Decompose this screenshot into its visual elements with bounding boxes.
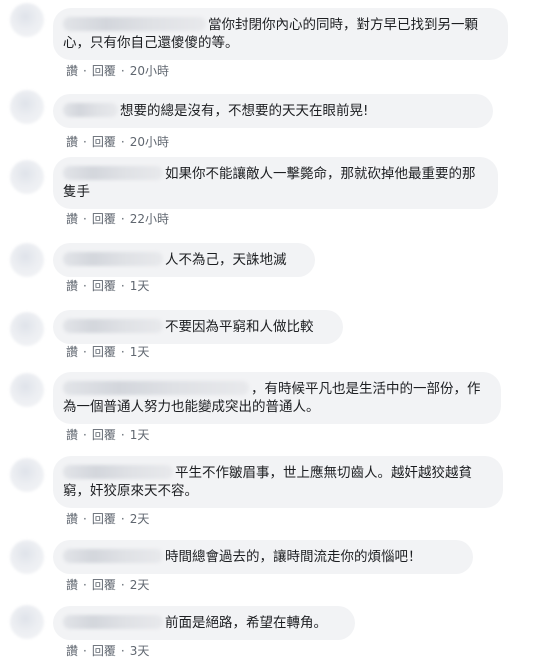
reply-link[interactable]: 回覆 [92, 642, 116, 659]
comment-text: 想要的總是沒有，不想要的天天在眼前晃! [120, 103, 369, 119]
commenter-name-redacted[interactable] [63, 17, 206, 31]
timestamp-link[interactable]: 2天 [130, 510, 150, 527]
comment-actions: 讚 · 回覆 · 2天 [66, 510, 149, 527]
separator-dot: · [120, 212, 125, 226]
comment-text: 不要因為平窮和人做比較 [165, 319, 314, 335]
comment-actions: 讚 · 回覆 · 3天 [66, 642, 149, 659]
commenter-name-redacted[interactable] [63, 465, 173, 479]
comment-actions: 讚 · 回覆 · 1天 [66, 277, 149, 294]
comment-actions: 讚 · 回覆 · 1天 [66, 426, 149, 443]
avatar[interactable] [10, 540, 44, 574]
separator-dot: · [83, 135, 87, 149]
like-link[interactable]: 讚 [66, 426, 78, 443]
comment-bubble: 平生不作皺眉事，世上應無切齒人。越奸越狡越貧窮，奸狡原來天不容。 [53, 456, 503, 508]
comment-bubble: 前面是絕路，希望在轉角。 [53, 606, 355, 640]
comment-bubble: 不要因為平窮和人做比較 [53, 310, 343, 344]
comment-actions: 讚 · 回覆 · 22小時 [66, 210, 169, 227]
reply-link[interactable]: 回覆 [92, 343, 116, 360]
commenter-name-redacted[interactable] [63, 103, 118, 117]
separator-dot: · [83, 64, 87, 78]
commenter-name-redacted[interactable] [63, 549, 163, 563]
timestamp-link[interactable]: 20小時 [130, 62, 169, 79]
commenter-name-redacted[interactable] [63, 381, 249, 395]
timestamp-link[interactable]: 1天 [130, 426, 150, 443]
like-link[interactable]: 讚 [66, 510, 78, 527]
timestamp-link[interactable]: 22小時 [130, 210, 169, 227]
commenter-name-redacted[interactable] [63, 166, 163, 180]
separator-dot: · [83, 512, 87, 526]
comment-actions: 讚 · 回覆 · 20小時 [66, 62, 169, 79]
avatar[interactable] [10, 373, 44, 407]
like-link[interactable]: 讚 [66, 62, 78, 79]
comment-text: 時間總會過去的，讓時間流走你的煩惱吧！ [165, 549, 422, 565]
separator-dot: · [120, 345, 125, 359]
commenter-name-redacted[interactable] [63, 252, 163, 266]
like-link[interactable]: 讚 [66, 642, 78, 659]
separator-dot: · [83, 345, 87, 359]
avatar[interactable] [10, 243, 44, 277]
comment-bubble: 人不為己，天誅地滅 [53, 243, 315, 277]
avatar[interactable] [10, 458, 44, 492]
separator-dot: · [120, 135, 125, 149]
timestamp-link[interactable]: 1天 [130, 277, 150, 294]
comment-bubble: ，有時候平凡也是生活中的一部份，作為一個普通人努力也能變成突出的普通人。 [53, 372, 501, 424]
commenter-name-redacted[interactable] [63, 615, 163, 629]
separator-dot: · [83, 644, 87, 658]
separator-dot: · [83, 578, 87, 592]
separator-dot: · [120, 64, 125, 78]
like-link[interactable]: 讚 [66, 133, 78, 150]
timestamp-link[interactable]: 1天 [130, 343, 150, 360]
timestamp-link[interactable]: 3天 [130, 642, 150, 659]
reply-link[interactable]: 回覆 [92, 210, 116, 227]
timestamp-link[interactable]: 20小時 [130, 133, 169, 150]
commenter-name-redacted[interactable] [63, 319, 163, 333]
separator-dot: · [120, 578, 125, 592]
separator-dot: · [120, 512, 125, 526]
comment-text: 人不為己，天誅地滅 [165, 252, 287, 268]
avatar[interactable] [10, 160, 44, 194]
like-link[interactable]: 讚 [66, 277, 78, 294]
comment-actions: 讚 · 回覆 · 20小時 [66, 133, 169, 150]
separator-dot: · [83, 428, 87, 442]
comment-bubble: 如果你不能讓敵人一擊斃命，那就砍掉他最重要的那隻手 [53, 157, 498, 209]
like-link[interactable]: 讚 [66, 343, 78, 360]
comment-bubble: 時間總會過去的，讓時間流走你的煩惱吧！ [53, 540, 473, 574]
comment-actions: 讚 · 回覆 · 2天 [66, 576, 149, 593]
avatar[interactable] [10, 605, 44, 639]
separator-dot: · [83, 279, 87, 293]
separator-dot: · [120, 279, 125, 293]
reply-link[interactable]: 回覆 [92, 277, 116, 294]
separator-dot: · [83, 212, 87, 226]
reply-link[interactable]: 回覆 [92, 62, 116, 79]
avatar[interactable] [10, 3, 44, 37]
separator-dot: · [120, 428, 125, 442]
reply-link[interactable]: 回覆 [92, 426, 116, 443]
like-link[interactable]: 讚 [66, 576, 78, 593]
comment-bubble: 想要的總是沒有，不想要的天天在眼前晃! [53, 94, 493, 128]
reply-link[interactable]: 回覆 [92, 510, 116, 527]
timestamp-link[interactable]: 2天 [130, 576, 150, 593]
comment-actions: 讚 · 回覆 · 1天 [66, 343, 149, 360]
comment-text: 前面是絕路，希望在轉角。 [165, 615, 327, 631]
avatar[interactable] [10, 312, 44, 346]
like-link[interactable]: 讚 [66, 210, 78, 227]
reply-link[interactable]: 回覆 [92, 576, 116, 593]
comment-bubble: 當你封閉你內心的同時，對方早已找到另一顆心，只有你自己還傻傻的等。 [53, 8, 508, 60]
avatar[interactable] [10, 90, 44, 124]
separator-dot: · [120, 644, 125, 658]
reply-link[interactable]: 回覆 [92, 133, 116, 150]
